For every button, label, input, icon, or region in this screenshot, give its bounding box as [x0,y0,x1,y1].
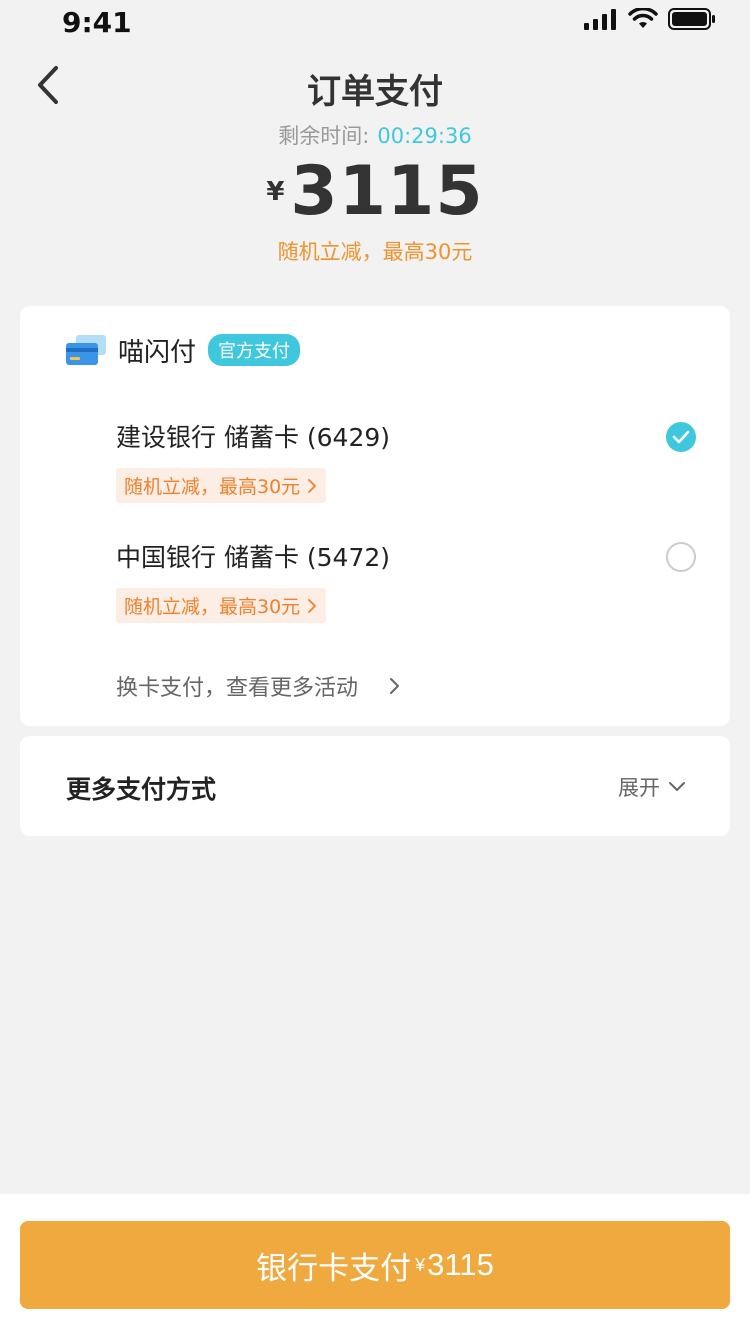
card-icon [66,335,106,365]
signal-icon [584,9,616,30]
payment-card-section: 喵闪付 官方支付 建设银行 储蓄卡 (6429) 随机立减，最高30元 中国银行… [20,306,730,726]
pay-amount: 3115 [427,1247,494,1282]
pay-button-label: 银行卡支付 [256,1250,412,1286]
status-time: 9:41 [62,6,132,39]
switch-card-link[interactable]: 换卡支付，查看更多活动 [116,670,400,702]
promo-tag[interactable]: 随机立减，最高30元 [116,588,327,623]
promo-tag-label: 随机立减，最高30元 [124,596,301,618]
chevron-right-icon [308,598,317,613]
status-icons [584,8,716,30]
brand-name: 喵闪付 [118,337,197,368]
order-amount: ¥3115 [0,152,750,231]
promo-tag-label: 随机立减，最高30元 [124,476,301,498]
timer-label: 剩余时间: [278,124,370,148]
pay-button[interactable]: 银行卡支付 ¥3115 [20,1221,730,1309]
promo-tag[interactable]: 随机立减，最高30元 [116,468,327,503]
chevron-down-icon [669,782,685,791]
radio-checked[interactable] [666,422,696,452]
bank-name: 中国银行 储蓄卡 (5472) [116,543,391,572]
chevron-right-icon [390,678,400,694]
wifi-icon [628,8,658,28]
bank-name: 建设银行 储蓄卡 (6429) [116,423,391,452]
nav-bar: 订单支付 [0,54,750,118]
pay-currency: ¥ [415,1254,426,1275]
radio-unchecked[interactable] [666,542,696,572]
brand-row: 喵闪付 官方支付 [66,332,301,368]
more-payment-methods[interactable]: 更多支付方式 展开 [20,736,730,836]
bank-option[interactable]: 中国银行 储蓄卡 (5472) 随机立减，最高30元 [116,538,696,623]
expand-label: 展开 [618,776,660,800]
amount-value: 3115 [290,152,484,231]
switch-card-label: 换卡支付，查看更多活动 [116,676,359,701]
check-icon [672,430,690,444]
countdown-timer: 剩余时间: 00:29:36 [0,120,750,150]
more-methods-label: 更多支付方式 [66,775,217,804]
bank-option[interactable]: 建设银行 储蓄卡 (6429) 随机立减，最高30元 [116,418,696,503]
promo-text: 随机立减，最高30元 [277,240,473,264]
official-badge: 官方支付 [208,334,301,366]
timer-value: 00:29:36 [377,124,472,148]
page-title: 订单支付 [307,72,443,112]
battery-icon [668,8,715,30]
chevron-right-icon [308,478,317,493]
expand-toggle[interactable]: 展开 [618,772,686,802]
bottom-bar: 银行卡支付 ¥3115 [0,1194,750,1334]
currency-symbol: ¥ [266,177,285,207]
status-bar: 9:41 [0,0,750,44]
